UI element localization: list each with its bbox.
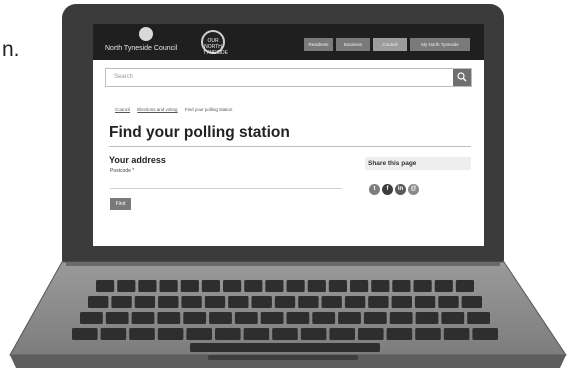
keyboard-key: [438, 296, 459, 308]
keyboard-key: [298, 296, 319, 308]
keyboard-key: [111, 296, 132, 308]
keyboard-key: [312, 312, 336, 324]
keyboard-key: [344, 296, 366, 308]
share-panel: Share this page t f in @: [365, 157, 471, 205]
keyboard-key: [96, 280, 115, 292]
keyboard-key: [391, 296, 412, 308]
nav-my-north-tyneside[interactable]: My North Tyneside: [410, 38, 470, 51]
badge-text: OUR NORTH TYNESIDE: [203, 38, 229, 56]
keyboard-key: [186, 328, 212, 340]
keyboard-key: [244, 280, 263, 292]
keyboard-key: [441, 312, 465, 324]
search-placeholder: Search: [114, 74, 134, 80]
search-icon: [457, 72, 467, 82]
keyboard-key: [467, 312, 490, 324]
breadcrumb-current: Find your polling station: [184, 107, 233, 112]
council-crest-icon: [139, 27, 153, 41]
keyboard-key: [228, 296, 249, 308]
keyboard-key: [265, 280, 284, 292]
keyboard-key: [223, 280, 242, 292]
keyboard-key: [204, 296, 226, 308]
keyboard-key: [307, 280, 326, 292]
site-header: North Tyneside Council OUR NORTH TYNESID…: [93, 24, 484, 60]
nav-council[interactable]: Council: [373, 38, 407, 51]
keyboard-key: [181, 296, 202, 308]
keyboard-key: [72, 328, 98, 340]
keyboard-key: [321, 296, 342, 308]
council-logo-text[interactable]: North Tyneside Council: [105, 45, 177, 52]
keyboard-key: [455, 280, 474, 292]
postcode-input[interactable]: [110, 175, 342, 189]
breadcrumb-elections[interactable]: Elections and voting: [137, 107, 177, 112]
keyboard-key: [180, 280, 199, 292]
keyboard-key: [138, 280, 157, 292]
keyboard-key: [201, 280, 220, 292]
keyboard-key: [183, 312, 207, 324]
linkedin-icon[interactable]: in: [395, 184, 406, 195]
keyboard-key: [131, 312, 155, 324]
keyboard-key: [157, 312, 181, 324]
share-title: Share this page: [365, 157, 471, 170]
our-north-tyneside-badge[interactable]: OUR NORTH TYNESIDE: [201, 30, 229, 56]
section-title: Your address: [109, 155, 166, 165]
keyboard-key: [129, 328, 155, 340]
keyboard-key: [328, 280, 347, 292]
spacebar-key: [190, 343, 380, 352]
breadcrumb-council[interactable]: Council: [115, 107, 130, 112]
keyboard-key: [414, 296, 436, 308]
keyboard-key: [134, 296, 156, 308]
keyboard-key: [350, 280, 369, 292]
keyboard-key: [338, 312, 361, 324]
page-title: Find your polling station: [109, 124, 290, 141]
keyboard-key: [215, 328, 241, 340]
keyboard-key: [88, 296, 109, 308]
keyboard-key: [274, 296, 296, 308]
divider: [109, 146, 471, 147]
keyboard-key: [105, 312, 129, 324]
keyboard-key: [358, 328, 384, 340]
keyboard-key: [415, 312, 439, 324]
keyboard-key: [157, 328, 184, 340]
keyboard-key: [159, 280, 178, 292]
keyboard-key: [472, 328, 498, 340]
keyboard-key: [117, 280, 136, 292]
nav-business[interactable]: Business: [336, 38, 370, 51]
search-input[interactable]: Search: [105, 68, 472, 87]
keyboard-key: [413, 280, 432, 292]
email-icon[interactable]: @: [408, 184, 419, 195]
keyboard-key: [392, 280, 411, 292]
search-button[interactable]: [453, 69, 471, 86]
keyboard-key: [209, 312, 232, 324]
twitter-icon[interactable]: t: [369, 184, 380, 195]
keyboard-key: [386, 328, 413, 340]
keyboard-key: [251, 296, 272, 308]
keyboard-key: [286, 280, 305, 292]
nav-residents[interactable]: Residents: [304, 38, 333, 51]
keyboard-key: [434, 280, 453, 292]
keyboard-key: [100, 328, 127, 340]
browser-screen: North Tyneside Council OUR NORTH TYNESID…: [93, 24, 484, 246]
keyboard-key: [368, 296, 389, 308]
keyboard-key: [389, 312, 413, 324]
keyboard-key: [461, 296, 482, 308]
keyboard-key: [286, 312, 310, 324]
keyboard-key: [363, 312, 387, 324]
keyboard-key: [443, 328, 470, 340]
keyboard-key: [260, 312, 284, 324]
keyboard-key: [234, 312, 258, 324]
keyboard-key: [80, 312, 103, 324]
keyboard-key: [371, 280, 390, 292]
postcode-label: Postcode *: [110, 168, 135, 174]
keyboard-key: [329, 328, 355, 340]
keyboard-key: [300, 328, 327, 340]
keyboard-key: [415, 328, 441, 340]
facebook-icon[interactable]: f: [382, 184, 393, 195]
keyboard-key: [272, 328, 298, 340]
keyboard-key: [243, 328, 270, 340]
find-button[interactable]: Find: [110, 198, 131, 210]
keyboard-key: [158, 296, 179, 308]
breadcrumb: Council Elections and voting Find your p…: [115, 107, 238, 112]
